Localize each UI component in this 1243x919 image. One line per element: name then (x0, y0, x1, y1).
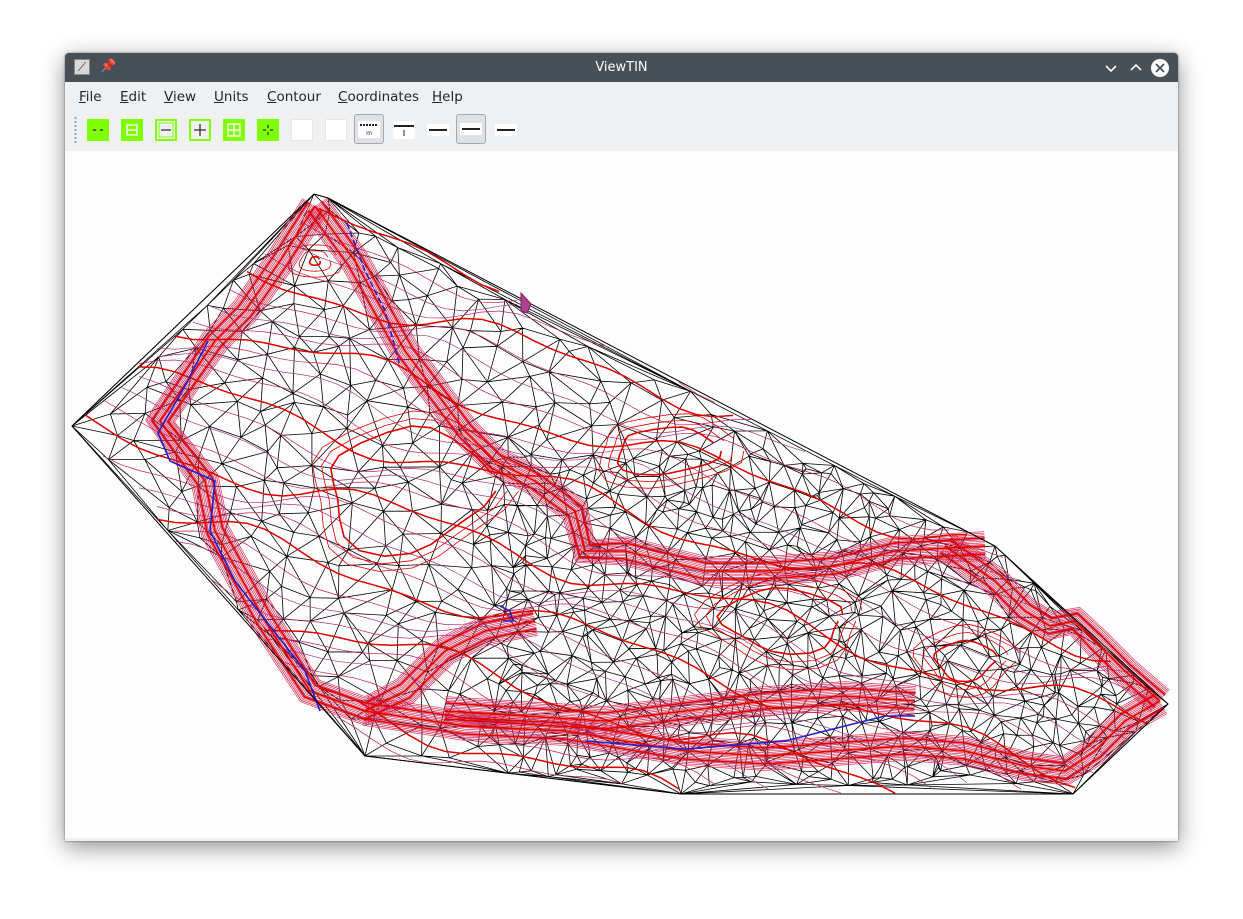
elevation-bar-button[interactable] (392, 118, 416, 142)
crosshair-button[interactable] (257, 119, 279, 141)
menu-contour[interactable]: Contour (267, 82, 321, 112)
zoom-out-button[interactable] (87, 119, 109, 141)
toolbar: m (65, 112, 1178, 151)
menu-contour-label: ontour (276, 89, 321, 105)
menu-help-label: elp (442, 89, 463, 105)
zoom-equal-icon (126, 124, 138, 136)
bar-icon (427, 124, 449, 136)
elevation-bar-icon (393, 121, 415, 139)
contour-line (138, 366, 1112, 663)
grid-plus-icon (227, 123, 241, 137)
tin-edge-mesh (71, 193, 1169, 795)
contour-loop (912, 623, 1020, 698)
tin-drawing[interactable] (65, 151, 1178, 838)
chevron-up-icon (1130, 63, 1142, 71)
close-icon (1155, 63, 1165, 73)
menu-view-label: iew (172, 89, 197, 105)
minimize-button[interactable] (1102, 59, 1120, 77)
contour-line (325, 198, 985, 559)
tin-edges (71, 193, 1169, 795)
menu-file[interactable]: File (79, 82, 102, 112)
contour-line (304, 213, 986, 585)
scale-ruler-button[interactable]: m (354, 114, 384, 144)
menu-help[interactable]: Help (432, 82, 463, 112)
menu-units-mnemonic: U (214, 89, 224, 105)
minus-icon (158, 122, 174, 138)
menu-edit[interactable]: Edit (120, 82, 146, 112)
bar-icon (460, 123, 482, 135)
title-bar[interactable]: ⟋ 📌 ViewTIN (65, 53, 1178, 82)
menu-coordinates-label: oordinates (347, 89, 420, 105)
zoom-plus-button[interactable] (189, 119, 211, 141)
contour-loop (705, 579, 853, 663)
menu-view[interactable]: View (164, 82, 196, 112)
contour-line (264, 253, 608, 347)
blank-icon (292, 120, 312, 140)
contour-line (306, 211, 986, 581)
contour-line (102, 455, 1130, 741)
svg-text:m: m (366, 130, 372, 137)
bar-tool-button-3[interactable] (494, 118, 518, 142)
menu-view-mnemonic: V (164, 89, 173, 105)
blank-tool-button-1[interactable] (291, 119, 313, 141)
chevron-down-icon (1105, 65, 1117, 73)
tin-canvas[interactable] (65, 151, 1178, 838)
zoom-out-icon (93, 129, 103, 131)
contour-line (313, 206, 986, 573)
contour-line (146, 198, 538, 725)
app-window: ⟋ 📌 ViewTIN File Edit View Units Contour… (65, 53, 1178, 841)
menu-coordinates[interactable]: Coordinates (338, 82, 419, 112)
contour-line (84, 414, 1148, 725)
maximize-button[interactable] (1127, 59, 1145, 77)
toolbar-grip[interactable] (74, 116, 77, 144)
contour-line (678, 381, 716, 403)
bar-icon (495, 124, 517, 136)
menu-edit-label: dit (128, 89, 147, 105)
menu-file-label: ile (85, 89, 102, 105)
menu-edit-mnemonic: E (120, 89, 129, 105)
menu-bar: File Edit View Units Contour Coordinates… (65, 82, 1178, 112)
menu-help-mnemonic: H (432, 89, 443, 105)
zoom-equal-button[interactable] (121, 119, 143, 141)
scale-ruler-icon: m (358, 121, 380, 138)
contour-loop (330, 425, 497, 557)
menu-units-label: nits (223, 89, 249, 105)
zoom-minus-button[interactable] (155, 119, 177, 141)
plus-icon (194, 124, 206, 136)
bar-tool-button-2[interactable] (456, 114, 486, 144)
grid-plus-button[interactable] (223, 119, 245, 141)
close-button[interactable] (1151, 59, 1169, 77)
window-title: ViewTIN (595, 60, 648, 75)
bar-tool-button-1[interactable] (426, 118, 450, 142)
blank-icon (326, 120, 346, 140)
blank-tool-button-2[interactable] (325, 119, 347, 141)
contour-loop (308, 256, 322, 266)
cursor-marker (520, 291, 532, 314)
crosshair-icon (263, 125, 273, 135)
menu-file-mnemonic: F (79, 89, 86, 105)
menu-units[interactable]: Units (214, 82, 249, 112)
